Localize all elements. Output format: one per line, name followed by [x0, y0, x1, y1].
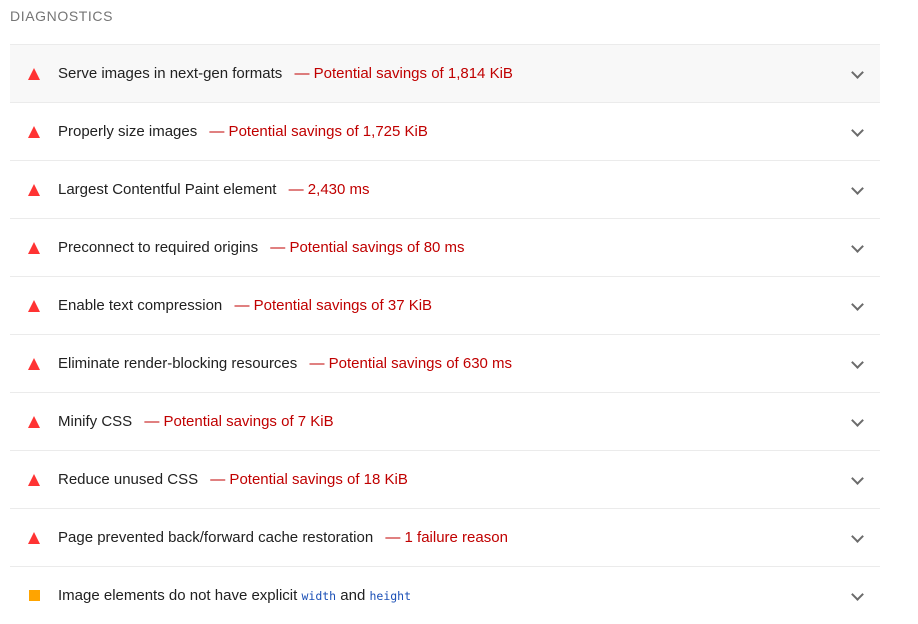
chevron-down-icon[interactable]	[851, 239, 864, 253]
chevron-down-icon[interactable]	[851, 123, 864, 137]
fail-triangle-icon	[27, 125, 41, 139]
audit-title: Largest Contentful Paint element	[58, 180, 277, 198]
audit-title: Properly size images	[58, 122, 198, 140]
audit-title: Page prevented back/forward cache restor…	[58, 528, 374, 546]
audit-display-value: — Potential savings of 80 ms	[270, 238, 465, 256]
audit-display-value: — 1 failure reason	[385, 528, 508, 546]
audit-title-conjunction: and	[340, 586, 366, 604]
audit-title: Image elements do not have explicit	[58, 586, 298, 604]
audit-title: Reduce unused CSS	[58, 470, 199, 488]
chevron-down-icon[interactable]	[851, 65, 864, 79]
fail-triangle-icon	[27, 415, 41, 429]
audit-row[interactable]: Serve images in next-gen formats — Poten…	[10, 45, 880, 103]
audit-title: Preconnect to required origins	[58, 238, 259, 256]
audit-display-value: — Potential savings of 18 KiB	[210, 470, 408, 488]
fail-triangle-icon	[27, 241, 41, 255]
audit-display-value: — Potential savings of 37 KiB	[234, 296, 433, 314]
fail-triangle-icon	[27, 357, 41, 371]
audit-list: Serve images in next-gen formats — Poten…	[10, 44, 880, 624]
audit-display-value: — Potential savings of 1,814 KiB	[294, 64, 513, 82]
audit-display-value: — Potential savings of 7 KiB	[144, 412, 334, 430]
audit-display-value: — Potential savings of 630 ms	[309, 354, 513, 372]
audit-row[interactable]: Image elements do not have explicit widt…	[10, 567, 880, 624]
section-title: DIAGNOSTICS	[10, 8, 114, 24]
audit-display-value: — 2,430 ms	[288, 180, 370, 198]
audit-title: Eliminate render-blocking resources	[58, 354, 298, 372]
fail-triangle-icon	[27, 531, 41, 545]
fail-triangle-icon	[27, 183, 41, 197]
audit-row[interactable]: Enable text compression — Potential savi…	[10, 277, 880, 335]
audit-title: Minify CSS	[58, 412, 133, 430]
chevron-down-icon[interactable]	[851, 529, 864, 543]
audit-display-value: — Potential savings of 1,725 KiB	[209, 122, 428, 140]
average-square-icon	[27, 589, 41, 603]
chevron-down-icon[interactable]	[851, 587, 864, 601]
chevron-down-icon[interactable]	[851, 471, 864, 485]
fail-triangle-icon	[27, 473, 41, 487]
audit-row[interactable]: Eliminate render-blocking resources — Po…	[10, 335, 880, 393]
audit-title: Serve images in next-gen formats	[58, 64, 283, 82]
chevron-down-icon[interactable]	[851, 297, 864, 311]
fail-triangle-icon	[27, 299, 41, 313]
audit-row[interactable]: Largest Contentful Paint element — 2,430…	[10, 161, 880, 219]
audit-row[interactable]: Reduce unused CSS — Potential savings of…	[10, 451, 880, 509]
audit-title: Enable text compression	[58, 296, 223, 314]
code-width: width	[301, 588, 337, 603]
code-height: height	[369, 588, 412, 603]
audit-row[interactable]: Properly size images — Potential savings…	[10, 103, 880, 161]
chevron-down-icon[interactable]	[851, 413, 864, 427]
chevron-down-icon[interactable]	[851, 181, 864, 195]
fail-triangle-icon	[27, 67, 41, 81]
audit-row[interactable]: Page prevented back/forward cache restor…	[10, 509, 880, 567]
audit-row[interactable]: Preconnect to required origins — Potenti…	[10, 219, 880, 277]
chevron-down-icon[interactable]	[851, 355, 864, 369]
audit-row[interactable]: Minify CSS — Potential savings of 7 KiB	[10, 393, 880, 451]
